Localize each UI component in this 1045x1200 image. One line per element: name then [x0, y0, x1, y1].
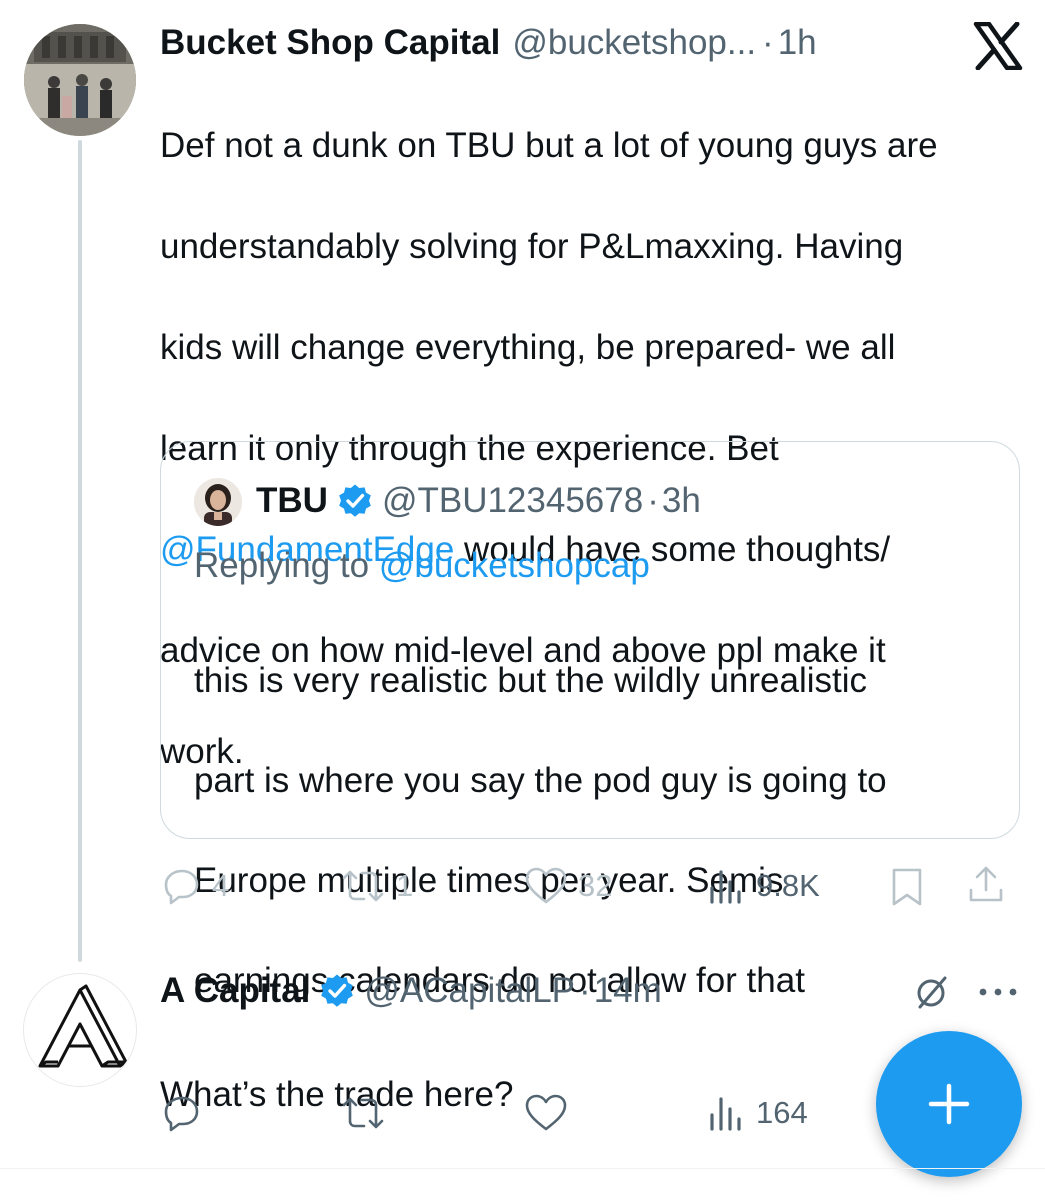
share-button[interactable]: [966, 864, 1006, 906]
tweet-text-line: kids will change everything, be prepared…: [160, 327, 896, 367]
reply-icon: [164, 869, 199, 905]
author-name[interactable]: Bucket Shop Capital: [160, 21, 500, 65]
separator-dot: ·: [647, 481, 659, 520]
separator-dot: ·: [579, 971, 591, 1010]
separator-dot: ·: [762, 23, 774, 62]
like-count: 32: [578, 868, 613, 903]
x-logo-icon[interactable]: [972, 21, 1024, 71]
thread-connector-line: [78, 140, 82, 962]
bookmark-button[interactable]: [888, 866, 926, 908]
quoted-author-handle[interactable]: @TBU12345678: [382, 478, 643, 524]
quoted-tweet-header: TBU @TBU12345678 · 3h: [256, 478, 701, 524]
avatar-a-capital[interactable]: [23, 973, 137, 1087]
repost-button[interactable]: 1: [340, 866, 413, 906]
tweet-text-line: understandably solving for P&Lmaxxing. H…: [160, 226, 904, 266]
repost-icon: [342, 1097, 384, 1129]
quoted-text-line: part is where you say the pod guy is goi…: [194, 761, 887, 800]
repost-icon: [342, 870, 384, 902]
reply-count: 4: [212, 868, 230, 903]
author-handle[interactable]: @bucketshop...: [512, 21, 756, 65]
avatar-bucket-shop-capital[interactable]: [24, 24, 136, 136]
tweet-header: Bucket Shop Capital @bucketshop... · 1h: [160, 21, 817, 65]
reply-icon: [164, 1096, 199, 1132]
more-icon[interactable]: [976, 985, 1020, 999]
replying-to-line: Replying to @bucketshopcap: [194, 542, 650, 590]
quoted-post-time[interactable]: 3h: [662, 478, 701, 524]
compose-button[interactable]: [876, 1031, 1022, 1177]
tweet-header: A Capital @ACapitalLP · 14m: [160, 969, 662, 1013]
tweet-text-line: Def not a dunk on TBU but a lot of young…: [160, 125, 938, 165]
like-button[interactable]: [524, 1093, 568, 1133]
a-capital-logo: [38, 984, 128, 1068]
plus-icon: [928, 1083, 970, 1125]
views-button[interactable]: 9.8K: [706, 866, 820, 906]
post-time[interactable]: 1h: [778, 21, 817, 65]
views-count: 9.8K: [756, 868, 820, 903]
views-icon: [710, 870, 741, 904]
repost-count: 1: [396, 868, 414, 903]
avatar-tbu[interactable]: [194, 478, 242, 526]
author-handle[interactable]: @ACapitalLP: [364, 969, 575, 1013]
avatar-image: [24, 24, 136, 136]
heart-icon: [525, 867, 567, 904]
share-icon: [969, 866, 1003, 902]
views-button[interactable]: 164: [706, 1093, 808, 1133]
reply-button[interactable]: 4: [162, 866, 229, 906]
quoted-text-line: this is very realistic but the wildly un…: [194, 661, 868, 700]
bookmark-icon: [892, 868, 922, 906]
avatar-image: [194, 478, 242, 526]
verified-badge-icon: [319, 973, 355, 1009]
replying-to-label: Replying to: [194, 546, 379, 585]
replying-to-handle[interactable]: @bucketshopcap: [379, 546, 650, 585]
verified-badge-icon: [337, 483, 373, 519]
post-time[interactable]: 14m: [594, 969, 662, 1013]
reply-button[interactable]: [162, 1093, 202, 1133]
grok-icon[interactable]: [912, 973, 950, 1011]
quoted-author-name[interactable]: TBU: [256, 478, 328, 524]
heart-icon: [525, 1094, 567, 1131]
repost-button[interactable]: [340, 1093, 386, 1133]
views-icon: [710, 1097, 741, 1131]
like-button[interactable]: 32: [524, 866, 612, 906]
author-name[interactable]: A Capital: [160, 969, 310, 1013]
views-count: 164: [756, 1095, 808, 1130]
divider: [0, 1168, 1045, 1169]
